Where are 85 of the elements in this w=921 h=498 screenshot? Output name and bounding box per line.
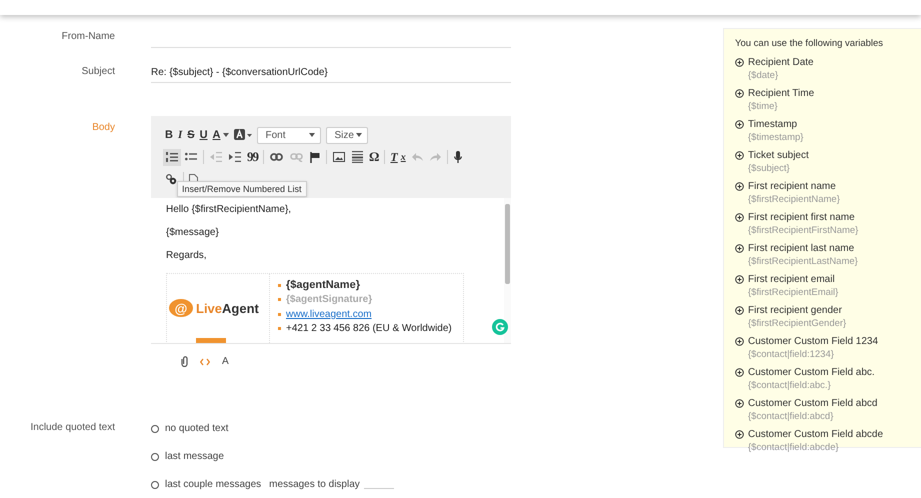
add-icon[interactable] [735, 213, 744, 222]
variable-name[interactable]: Timestamp [748, 119, 798, 130]
variable-code: {$contact|field:abcde} [747, 442, 840, 453]
bulleted-list-icon [185, 152, 197, 162]
blockquote-button[interactable]: 99 [245, 147, 260, 167]
numbered-list-button[interactable] [163, 148, 181, 166]
variable-name[interactable]: First recipient name [748, 181, 836, 192]
format-button[interactable]: S [185, 127, 197, 143]
radio-option[interactable]: last couple messages [151, 479, 262, 490]
body-text: Regards, [166, 250, 208, 261]
variable-name[interactable]: Customer Custom Field abcde [748, 429, 884, 440]
font-button[interactable]: A [222, 356, 229, 367]
radio-option[interactable]: last message [151, 451, 224, 462]
code-icon[interactable] [200, 358, 210, 366]
add-icon[interactable] [735, 306, 744, 315]
website-link[interactable]: www.liveagent.com [286, 308, 372, 320]
special-character-button[interactable]: Ω [367, 147, 382, 167]
add-icon[interactable] [735, 399, 744, 408]
add-icon[interactable] [735, 182, 744, 191]
indent-button[interactable] [226, 149, 244, 165]
grammar-check-icon[interactable] [492, 319, 508, 335]
speech-bubble-icon: @ [169, 299, 193, 317]
add-icon[interactable] [735, 244, 744, 253]
panel-title: You can use the following variables [735, 38, 884, 49]
image-button[interactable] [330, 149, 348, 165]
signature-text: {$agentName} [286, 279, 360, 292]
variable-code: {$contact|field:abc.} [747, 380, 832, 391]
add-icon[interactable] [735, 89, 744, 98]
format-button[interactable]: U [198, 127, 210, 143]
add-icon[interactable] [735, 58, 744, 67]
field-label: From-Name [60, 31, 115, 44]
horizontal-line-button[interactable] [349, 148, 366, 166]
variable-name[interactable]: First recipient email [748, 274, 835, 285]
variable-name[interactable]: Recipient Time [748, 88, 814, 99]
add-icon[interactable] [735, 368, 744, 377]
body-text: Hello {$firstRecipientName}, [166, 204, 292, 215]
redo-icon [430, 153, 441, 161]
variable-name[interactable]: First recipient last name [748, 243, 854, 254]
numbered-list-icon [166, 152, 178, 162]
radio-option[interactable]: no quoted text [151, 423, 228, 434]
caret-icon [223, 133, 230, 137]
variable-code: {$firstRecipientName} [747, 194, 841, 205]
input-field[interactable]: Re: {$subject} - {$conversationUrlCode} [151, 66, 511, 83]
tooltip: Insert/Remove Numbered List [177, 181, 307, 197]
field-label: Include quoted text [29, 422, 115, 435]
variable-name[interactable]: Customer Custom Field abcd [748, 398, 878, 409]
caret-icon [309, 133, 316, 137]
variable-name[interactable]: Customer Custom Field abc. [748, 367, 875, 378]
variable-code: {$contact|field:abcd} [747, 411, 834, 422]
variable-code: {$firstRecipientEmail} [747, 287, 840, 298]
add-icon[interactable] [735, 430, 744, 439]
variable-name[interactable]: First recipient gender [748, 305, 842, 316]
variable-code: {$date} [747, 70, 780, 81]
undo-icon [412, 153, 423, 161]
variable-code: {$timestamp} [747, 132, 804, 143]
variable-code: {$firstRecipientFirstName} [747, 225, 860, 236]
variable-name[interactable]: Customer Custom Field 1234 [748, 336, 878, 347]
size-select[interactable]: Size [326, 126, 368, 144]
add-icon[interactable] [735, 275, 744, 284]
variable-name[interactable]: First recipient first name [748, 212, 855, 223]
signature-text: +421 2 33 456 826 (EU & Worldwide) [286, 323, 452, 334]
signature-text: {$agentSignature} [286, 294, 372, 306]
variable-code: {$subject} [747, 163, 791, 174]
background-color-button[interactable] [232, 127, 254, 143]
field-label: messages to display [269, 479, 360, 490]
add-icon[interactable] [735, 151, 744, 160]
variable-name[interactable]: Recipient Date [748, 57, 814, 68]
format-button[interactable]: I [176, 127, 184, 143]
field-label: Body [91, 122, 115, 135]
variable-code: {$time} [747, 101, 779, 112]
caret-icon [356, 133, 362, 137]
field-label: Subject [80, 66, 115, 79]
variable-code: {$contact|field:1234} [747, 349, 835, 360]
variable-name[interactable]: Ticket subject [748, 150, 809, 161]
text-color-button[interactable]: A [210, 127, 232, 143]
variable-code: {$firstRecipientLastName} [747, 256, 859, 267]
paperclip-icon[interactable] [181, 356, 188, 367]
body-text: {$message} [166, 227, 220, 238]
add-icon[interactable] [735, 337, 744, 346]
add-icon[interactable] [735, 120, 744, 129]
logo-text: LiveAgent [196, 300, 259, 316]
link-button[interactable] [267, 150, 286, 164]
variable-code: {$firstRecipientGender} [747, 318, 848, 329]
format-button[interactable]: B [163, 127, 175, 143]
font-select[interactable]: Font [257, 126, 322, 144]
